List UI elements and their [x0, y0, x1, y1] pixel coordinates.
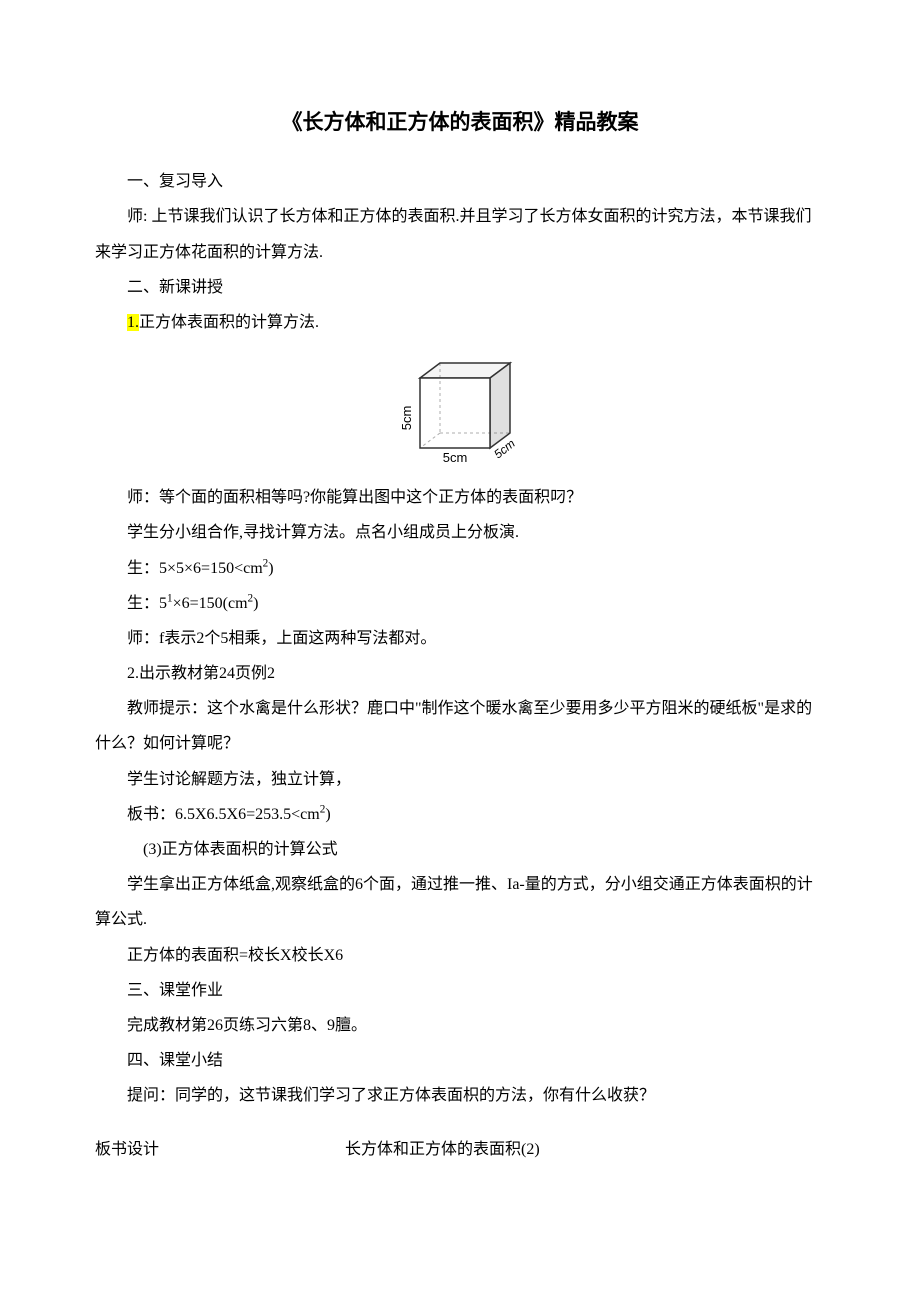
section-2-item-1: 1.正方体表面积的计算方法. — [95, 305, 825, 340]
item3-text: (3)正方体表面枳的计算公式 — [143, 841, 338, 858]
board-calc: 板书：6.5X6.5X6=253.5<cm2) — [95, 797, 825, 832]
section-1-heading: 一、复习导入 — [95, 164, 825, 199]
teacher-question: 师：等个面的面积相等吗?你能算出图中这个正方体的表面积叼？ — [95, 480, 825, 515]
board-design-label: 板书设计 — [95, 1132, 225, 1167]
section-4-paragraph: 提问：同学的，这节课我们学习了求正方体表面枳的方法，你有什么收获？ — [95, 1078, 825, 1113]
board-a: 板书：6.5X6.5X6=253.5<cm — [127, 806, 320, 823]
document-title: 《长方体和正方体的表面积》精品教案 — [95, 100, 825, 146]
section-2-item-2: 2.出示教材第24页例2 — [95, 656, 825, 691]
board-b: ) — [325, 806, 330, 823]
board-design-title: 长方体和正方体的表面积(2) — [225, 1132, 540, 1167]
calc1-b: ) — [268, 560, 273, 577]
cube-label-bottom: 5cm — [443, 450, 468, 465]
board-design-row: 板书设计 长方体和正方体的表面积(2) — [95, 1132, 825, 1167]
teacher-note: 师：f表示2个5相乘，上面这两种写法都对。 — [95, 621, 825, 656]
calc1-a: 生：5×5×6=150<cm — [127, 560, 263, 577]
cube-label-vert: 5cm — [399, 406, 414, 431]
teacher-hint: 教师提示：这个水禽是什么形状？鹿口中"制作这个暖水禽至少要用多少平方阻米的硬纸板… — [95, 691, 825, 761]
group-work: 学生分小组合作,寻找计算方法。点名小组成员上分板演. — [95, 515, 825, 550]
section-2-heading: 二、新课讲授 — [95, 270, 825, 305]
calc2-c: ) — [253, 595, 258, 612]
section-2-item-3: (3)正方体表面枳的计算公式 — [95, 832, 825, 867]
section-1-paragraph: 师: 上节课我们认识了长方体和正方体的表面积.并且学习了长方体女面积的计究方法，… — [95, 199, 825, 269]
student-box-observe: 学生拿出正方体纸盒,观察纸盒的6个面，通过推一推、Ia-量的方式，分小组交通正方… — [95, 867, 825, 937]
document-page: 《长方体和正方体的表面积》精品教案 一、复习导入 师: 上节课我们认识了长方体和… — [0, 0, 920, 1301]
section-4-heading: 四、课堂小结 — [95, 1043, 825, 1078]
highlight-prefix: 1. — [127, 314, 139, 331]
cube-figure: 5cm 5cm 5cm — [95, 348, 825, 472]
student-discuss: 学生讨论解题方法，独立计算， — [95, 762, 825, 797]
calc2-b: ×6=150(cm — [173, 595, 248, 612]
calc2-a: 生：5 — [127, 595, 167, 612]
student-calc-1: 生：5×5×6=150<cm2) — [95, 551, 825, 586]
student-calc-2: 生：51×6=150(cm2) — [95, 586, 825, 621]
cube-icon: 5cm 5cm 5cm — [385, 348, 535, 468]
section-3-paragraph: 完成教材第26页练习六第8、9膻。 — [95, 1008, 825, 1043]
section-3-heading: 三、课堂作业 — [95, 973, 825, 1008]
formula: 正方体的表面积=校长X校长X6 — [95, 938, 825, 973]
item1-text: 正方体表面积的计算方法. — [139, 314, 319, 331]
